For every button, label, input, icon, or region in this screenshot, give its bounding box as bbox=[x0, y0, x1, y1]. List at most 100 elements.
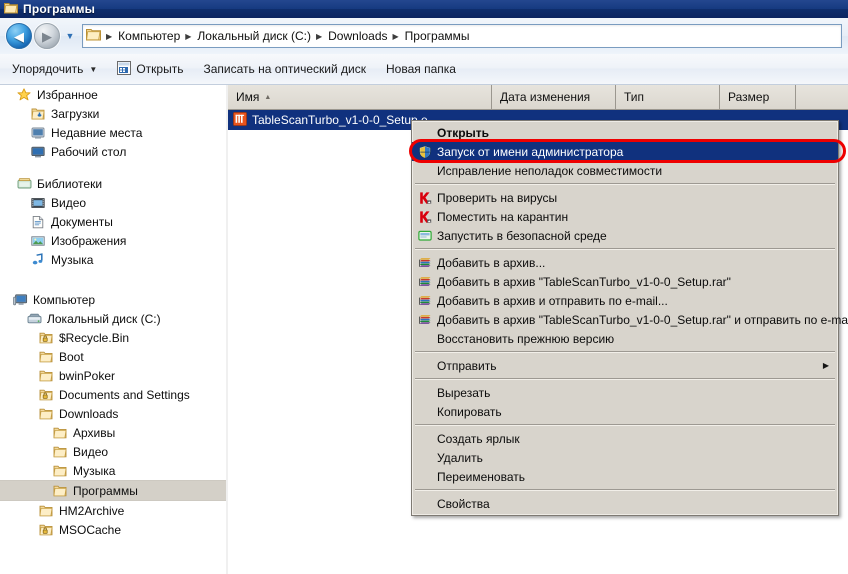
sidebar-item-downloads-tree[interactable]: Downloads bbox=[0, 404, 226, 423]
window-title: Программы bbox=[23, 2, 96, 16]
sidebar-item-video[interactable]: Видео bbox=[0, 442, 226, 461]
sidebar-item-recycle-bin[interactable]: $Recycle.Bin bbox=[0, 328, 226, 347]
address-bar[interactable]: ▶ Компьютер ▶ Локальный диск (C:) ▶ Down… bbox=[82, 24, 842, 48]
column-header-spacer bbox=[796, 85, 848, 109]
video-library-icon bbox=[30, 195, 46, 211]
open-file-icon bbox=[117, 60, 132, 78]
column-label: Размер bbox=[728, 90, 770, 104]
menu-item-add-to-named-archive-and-email[interactable]: Добавить в архив "TableScanTurbo_v1-0-0_… bbox=[412, 310, 848, 329]
new-folder-button[interactable]: Новая папка bbox=[378, 58, 464, 80]
open-button[interactable]: Открыть bbox=[109, 58, 191, 80]
sidebar-item-arhivy[interactable]: Архивы bbox=[0, 423, 226, 442]
sidebar-item-videos[interactable]: Видео bbox=[0, 193, 226, 212]
menu-item-label: Восстановить прежнюю версию bbox=[437, 331, 615, 346]
folder-icon bbox=[38, 503, 54, 519]
chevron-right-icon: ▶ bbox=[822, 361, 829, 370]
burn-to-disc-button[interactable]: Записать на оптический диск bbox=[195, 58, 374, 80]
forward-arrow-icon[interactable]: ▶ bbox=[34, 23, 60, 49]
menu-item-cut[interactable]: Вырезать bbox=[412, 383, 838, 402]
sidebar-item-pictures[interactable]: Изображения bbox=[0, 231, 226, 250]
menu-separator bbox=[415, 351, 835, 353]
menu-item-scan-for-viruses[interactable]: Проверить на вирусы bbox=[412, 188, 838, 207]
sidebar-item-downloads[interactable]: Загрузки bbox=[0, 104, 226, 123]
menu-item-delete[interactable]: Удалить bbox=[412, 448, 838, 467]
menu-item-label: Запуск от имени администратора bbox=[437, 144, 624, 159]
menu-item-run-as-administrator[interactable]: Запуск от имени администратора bbox=[412, 142, 838, 161]
sidebar-group-label: Избранное bbox=[37, 87, 98, 102]
menu-item-label: Проверить на вирусы bbox=[437, 190, 558, 205]
menu-item-add-to-archive-and-email[interactable]: Добавить в архив и отправить по e-mail..… bbox=[412, 291, 838, 310]
locked-folder-icon bbox=[38, 330, 54, 346]
sidebar-item-label: Локальный диск (C:) bbox=[47, 311, 161, 326]
sidebar-item-label: Documents and Settings bbox=[59, 387, 190, 402]
sidebar-item-hm2archive[interactable]: HM2Archive bbox=[0, 501, 226, 520]
sidebar-item-music[interactable]: Музыка bbox=[0, 250, 226, 269]
sidebar-item-label: Программы bbox=[73, 483, 138, 498]
menu-item-run-in-safe-environment[interactable]: Запустить в безопасной среде bbox=[412, 226, 838, 245]
folder-icon bbox=[52, 483, 68, 499]
menu-item-add-to-named-archive[interactable]: Добавить в архив "TableScanTurbo_v1-0-0_… bbox=[412, 272, 838, 291]
menu-item-copy[interactable]: Копировать bbox=[412, 402, 838, 421]
sidebar-item-bwinpoker[interactable]: bwinPoker bbox=[0, 366, 226, 385]
winrar-icon bbox=[416, 312, 434, 328]
column-label: Дата изменения bbox=[500, 90, 591, 104]
sidebar-item-label: Музыка bbox=[73, 463, 116, 478]
back-arrow-icon[interactable]: ◀ bbox=[6, 23, 32, 49]
sidebar-item-label: Downloads bbox=[59, 406, 119, 421]
column-header-name[interactable]: Имя ▲ bbox=[228, 85, 492, 109]
chevron-down-icon[interactable]: ▼ bbox=[64, 30, 76, 42]
menu-item-send-to[interactable]: Отправить ▶ bbox=[412, 356, 838, 375]
winrar-icon bbox=[416, 255, 434, 271]
menu-item-add-to-archive[interactable]: Добавить в архив... bbox=[412, 253, 838, 272]
libraries-icon bbox=[16, 176, 32, 192]
menu-item-compatibility-troubleshoot[interactable]: Исправление неполадок совместимости bbox=[412, 161, 838, 180]
sidebar-group-favorites[interactable]: Избранное bbox=[0, 85, 226, 104]
menu-item-label: Переименовать bbox=[437, 469, 525, 484]
navigation-pane[interactable]: Избранное Загрузки Недавние места Рабочи… bbox=[0, 85, 226, 574]
sidebar-item-label: Изображения bbox=[51, 233, 127, 248]
sidebar-group-libraries[interactable]: Библиотеки bbox=[0, 174, 226, 193]
organize-button[interactable]: Упорядочить ▼ bbox=[4, 58, 105, 80]
sidebar-item-msocache[interactable]: MSOCache bbox=[0, 520, 226, 539]
recent-places-icon bbox=[30, 125, 46, 141]
sidebar-item-muzyka[interactable]: Музыка bbox=[0, 461, 226, 480]
desktop-icon bbox=[30, 144, 46, 160]
breadcrumb-item-2[interactable]: Downloads bbox=[326, 29, 389, 43]
sidebar-group-computer[interactable]: Компьютер bbox=[0, 290, 226, 309]
sidebar-item-recent-places[interactable]: Недавние места bbox=[0, 123, 226, 142]
documents-library-icon bbox=[30, 214, 46, 230]
menu-separator bbox=[415, 248, 835, 250]
menu-item-quarantine[interactable]: Поместить на карантин bbox=[412, 207, 838, 226]
sidebar-item-documents[interactable]: Документы bbox=[0, 212, 226, 231]
column-header-size[interactable]: Размер bbox=[720, 85, 796, 109]
menu-item-rename[interactable]: Переименовать bbox=[412, 467, 838, 486]
column-header-date[interactable]: Дата изменения bbox=[492, 85, 616, 109]
menu-item-properties[interactable]: Свойства bbox=[412, 494, 838, 513]
open-label: Открыть bbox=[136, 62, 184, 76]
column-label: Имя bbox=[236, 90, 260, 104]
downloads-folder-icon bbox=[30, 106, 46, 122]
sidebar-item-label: Boot bbox=[59, 349, 84, 364]
sidebar-group-label: Библиотеки bbox=[37, 176, 103, 191]
menu-item-label: Добавить в архив и отправить по e-mail..… bbox=[437, 293, 668, 308]
sort-ascending-icon: ▲ bbox=[264, 93, 272, 101]
column-header-type[interactable]: Тип bbox=[616, 85, 720, 109]
breadcrumb-item-3[interactable]: Программы bbox=[403, 29, 472, 43]
menu-item-open[interactable]: Открыть bbox=[412, 123, 838, 142]
breadcrumb-item-1[interactable]: Локальный диск (C:) bbox=[195, 29, 313, 43]
context-menu[interactable]: Открыть Запуск от имени администратора И… bbox=[411, 120, 848, 516]
breadcrumb-separator: ▶ bbox=[106, 31, 113, 41]
sidebar-item-local-disk-c[interactable]: Локальный диск (C:) bbox=[0, 309, 226, 328]
sidebar-item-documents-and-settings[interactable]: Documents and Settings bbox=[0, 385, 226, 404]
menu-item-label: Открыть bbox=[437, 125, 490, 140]
sidebar-item-programmy[interactable]: Программы bbox=[0, 480, 226, 501]
file-name: TableScanTurbo_v1-0-0_Setup.e bbox=[252, 113, 428, 127]
breadcrumb-item-0[interactable]: Компьютер bbox=[116, 29, 182, 43]
sidebar-item-label: HM2Archive bbox=[59, 503, 125, 518]
sidebar-item-desktop[interactable]: Рабочий стол bbox=[0, 142, 226, 161]
menu-item-restore-previous-versions[interactable]: Восстановить прежнюю версию bbox=[412, 329, 838, 348]
sidebar-item-boot[interactable]: Boot bbox=[0, 347, 226, 366]
menu-item-create-shortcut[interactable]: Создать ярлык bbox=[412, 429, 838, 448]
